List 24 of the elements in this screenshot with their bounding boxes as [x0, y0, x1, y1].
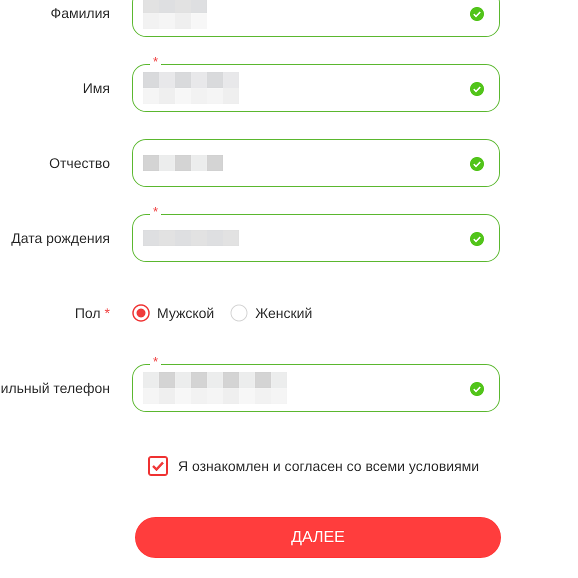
check-icon [470, 232, 484, 246]
input-field[interactable] [132, 139, 500, 187]
input-field[interactable] [132, 64, 500, 112]
radio-option[interactable]: Мужской [132, 304, 214, 322]
check-icon [470, 7, 484, 21]
blurred-text-drawing [143, 0, 207, 29]
input-field[interactable] [132, 0, 500, 37]
input-field[interactable] [132, 214, 500, 262]
checkmark-icon [152, 461, 164, 471]
check-icon [470, 82, 484, 96]
required-mark: * [104, 305, 110, 321]
field-label: Пол [74, 305, 101, 321]
agreement-text: Я ознакомлен и согласен со всеми условиями [178, 458, 480, 474]
field-label: Отчество [49, 155, 110, 171]
checkbox[interactable] [148, 456, 168, 476]
field-label: Фамилия [50, 5, 110, 21]
field-label: ильный телефон [0, 380, 110, 396]
check-icon [470, 382, 484, 396]
field-label: Имя [82, 80, 110, 96]
check-icon [470, 157, 484, 171]
field-label: Дата рождения [11, 230, 110, 246]
radio-option[interactable]: Женский [230, 304, 312, 322]
input-field[interactable] [132, 364, 500, 412]
next-button[interactable]: ДАЛЕЕ [135, 517, 501, 558]
